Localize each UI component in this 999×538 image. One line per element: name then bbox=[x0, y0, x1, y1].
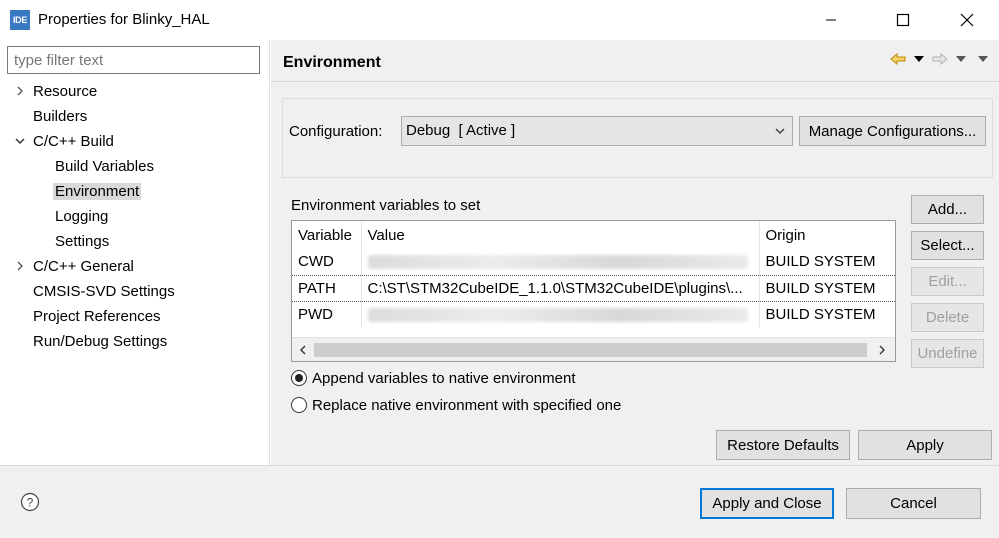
table-header-row: Variable Value Origin bbox=[292, 221, 895, 249]
close-button[interactable] bbox=[944, 4, 990, 36]
sidebar-item-label: Settings bbox=[55, 233, 110, 250]
sidebar-item-label: Project References bbox=[33, 308, 161, 325]
sidebar-item-label: Logging bbox=[55, 208, 109, 225]
horizontal-scrollbar[interactable] bbox=[292, 337, 895, 361]
column-header-origin[interactable]: Origin bbox=[759, 221, 895, 249]
dialog-footer: ? Apply and Close Cancel bbox=[0, 465, 999, 538]
apply-button[interactable]: Apply bbox=[858, 430, 992, 460]
sidebar-item-label: CMSIS-SVD Settings bbox=[33, 283, 175, 300]
cell-origin: BUILD SYSTEM bbox=[759, 249, 895, 275]
table-row[interactable]: PWD BUILD SYSTEM bbox=[292, 301, 895, 327]
sidebar-item-label: Environment bbox=[53, 183, 142, 200]
svg-text:?: ? bbox=[27, 496, 34, 510]
minimize-button[interactable] bbox=[808, 4, 854, 36]
forward-history-dropdown[interactable] bbox=[953, 51, 969, 67]
edit-button[interactable]: Edit... bbox=[911, 267, 984, 296]
cell-value bbox=[361, 249, 760, 275]
replace-radio[interactable] bbox=[291, 397, 307, 413]
chevron-left-icon[interactable] bbox=[297, 344, 309, 356]
maximize-button[interactable] bbox=[880, 4, 926, 36]
maximize-icon bbox=[896, 13, 910, 27]
configuration-select[interactable]: Debug [ Active ] bbox=[401, 116, 793, 146]
scrollbar-thumb[interactable] bbox=[314, 343, 867, 357]
sidebar-item-builders[interactable]: Builders bbox=[33, 105, 87, 128]
apply-and-close-button[interactable]: Apply and Close bbox=[700, 488, 834, 519]
forward-button[interactable] bbox=[932, 51, 948, 67]
configuration-group: Configuration: Debug [ Active ] Manage C… bbox=[282, 98, 993, 178]
replace-radio-label: Replace native environment with specifie… bbox=[312, 396, 622, 414]
env-variables-table[interactable]: Variable Value Origin CWD BUILD SYSTEM P… bbox=[291, 220, 896, 362]
filter-input[interactable] bbox=[7, 46, 260, 74]
configuration-value: Debug [ Active ] bbox=[406, 122, 516, 139]
app-icon: IDE bbox=[10, 10, 30, 30]
chevron-right-icon[interactable] bbox=[14, 85, 26, 97]
sidebar-item-label: Builders bbox=[33, 108, 88, 125]
cell-origin: BUILD SYSTEM bbox=[759, 301, 895, 327]
undefine-button[interactable]: Undefine bbox=[911, 339, 984, 368]
back-arrow-icon bbox=[890, 52, 906, 66]
add-button[interactable]: Add... bbox=[911, 195, 984, 224]
redacted-value bbox=[367, 307, 748, 322]
page-header: Environment bbox=[271, 40, 999, 82]
replace-radio-option[interactable]: Replace native environment with specifie… bbox=[291, 394, 621, 416]
delete-button[interactable]: Delete bbox=[911, 303, 984, 332]
env-variables-label: Environment variables to set bbox=[291, 197, 481, 214]
sidebar-item-label: C/C++ General bbox=[33, 258, 134, 275]
chevron-down-icon bbox=[956, 56, 966, 62]
table-row[interactable]: CWD BUILD SYSTEM bbox=[292, 249, 895, 275]
table-row[interactable]: PATH C:\ST\STM32CubeIDE_1.1.0\STM32CubeI… bbox=[292, 274, 895, 302]
back-history-dropdown[interactable] bbox=[911, 51, 927, 67]
cell-variable: PATH bbox=[292, 274, 362, 302]
chevron-down-icon bbox=[775, 128, 785, 134]
column-header-variable[interactable]: Variable bbox=[292, 221, 362, 249]
sidebar-item-project-references[interactable]: Project References bbox=[33, 305, 161, 328]
chevron-down-icon bbox=[978, 56, 988, 62]
sidebar-item-label: Resource bbox=[33, 83, 98, 100]
cell-variable: PWD bbox=[292, 301, 362, 327]
cell-value: C:\ST\STM32CubeIDE_1.1.0\STM32CubeIDE\pl… bbox=[361, 274, 760, 302]
append-radio-option[interactable]: Append variables to native environment bbox=[291, 367, 576, 389]
close-icon bbox=[960, 13, 974, 27]
sidebar: Resource Builders C/C++ Build Build Vari… bbox=[0, 40, 270, 465]
chevron-right-icon[interactable] bbox=[14, 260, 26, 272]
minimize-icon bbox=[826, 19, 836, 21]
sidebar-item-run-debug-settings[interactable]: Run/Debug Settings bbox=[33, 330, 167, 353]
restore-defaults-button[interactable]: Restore Defaults bbox=[716, 430, 850, 460]
chevron-down-icon bbox=[914, 56, 924, 62]
sidebar-item-cmsis-svd-settings[interactable]: CMSIS-SVD Settings bbox=[33, 280, 175, 303]
column-header-value[interactable]: Value bbox=[361, 221, 760, 249]
sidebar-item-logging[interactable]: Logging bbox=[55, 205, 108, 228]
append-radio-label: Append variables to native environment bbox=[312, 369, 576, 387]
main-panel: Environment Configuration: Debug [ Activ… bbox=[271, 40, 999, 465]
page-title: Environment bbox=[283, 54, 381, 71]
select-button[interactable]: Select... bbox=[911, 231, 984, 260]
view-menu-button[interactable] bbox=[975, 51, 991, 67]
help-icon[interactable]: ? bbox=[20, 492, 40, 512]
sidebar-item-environment[interactable]: Environment bbox=[53, 180, 142, 203]
configuration-label: Configuration: bbox=[289, 123, 383, 140]
sidebar-item-label: Run/Debug Settings bbox=[33, 333, 168, 350]
manage-configurations-button[interactable]: Manage Configurations... bbox=[799, 116, 986, 146]
back-button[interactable] bbox=[890, 51, 906, 67]
append-radio[interactable] bbox=[291, 370, 307, 386]
chevron-right-icon[interactable] bbox=[876, 344, 888, 356]
redacted-value bbox=[367, 255, 748, 270]
cell-variable: CWD bbox=[292, 249, 362, 275]
sidebar-item-settings[interactable]: Settings bbox=[55, 230, 109, 253]
forward-arrow-icon bbox=[932, 52, 948, 66]
chevron-down-icon[interactable] bbox=[14, 135, 26, 147]
cell-value bbox=[361, 301, 760, 327]
sidebar-item-label: Build Variables bbox=[55, 158, 154, 175]
sidebar-item-build-variables[interactable]: Build Variables bbox=[55, 155, 154, 178]
sidebar-item-label: C/C++ Build bbox=[33, 133, 114, 150]
cancel-button[interactable]: Cancel bbox=[846, 488, 981, 519]
title-bar: IDE Properties for Blinky_HAL bbox=[0, 0, 999, 40]
cell-origin: BUILD SYSTEM bbox=[759, 274, 895, 302]
window-title: Properties for Blinky_HAL bbox=[38, 11, 210, 28]
